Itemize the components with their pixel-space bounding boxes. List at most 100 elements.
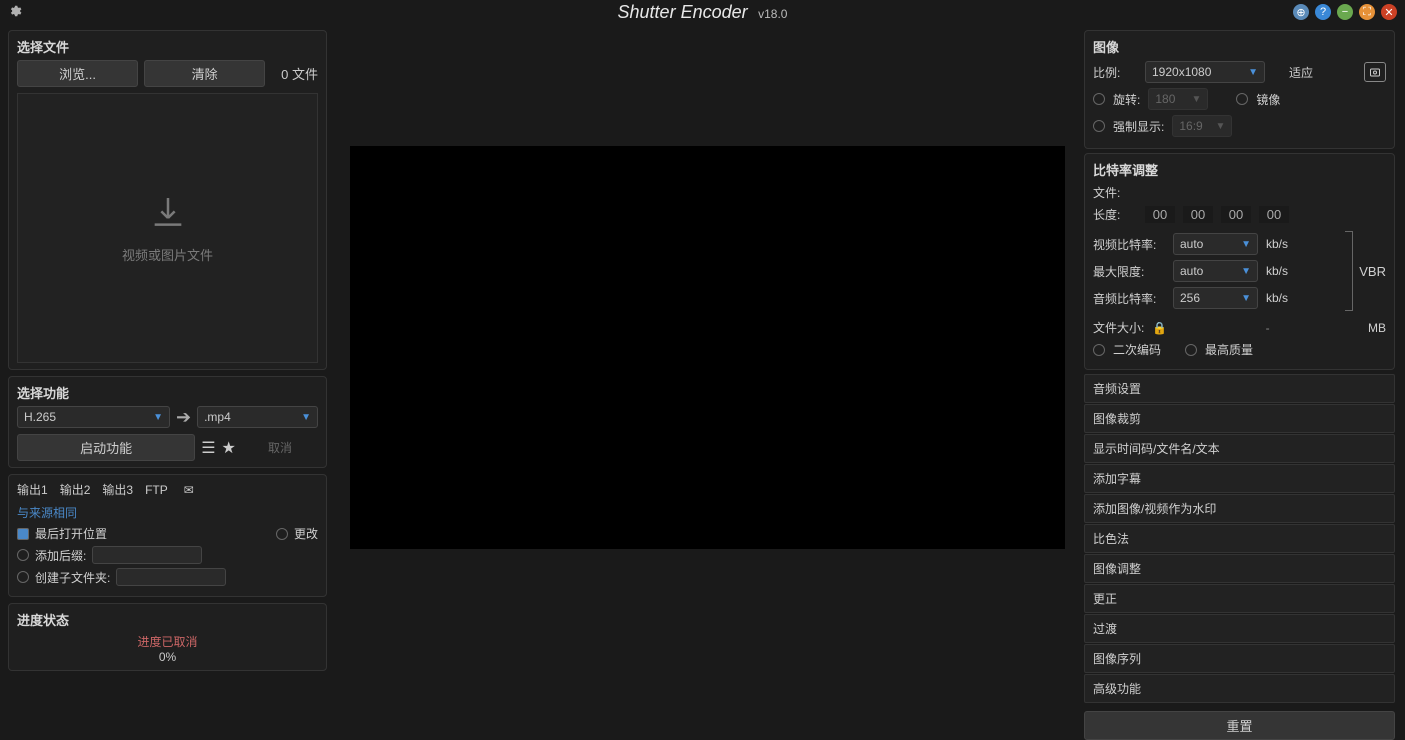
suffix-input[interactable] bbox=[92, 546, 202, 564]
accordion-item-6[interactable]: 图像调整 bbox=[1084, 554, 1395, 583]
max-bitrate-select[interactable]: auto▼ bbox=[1173, 260, 1258, 282]
accordion-item-3[interactable]: 添加字幕 bbox=[1084, 464, 1395, 493]
change-label: 更改 bbox=[294, 525, 318, 542]
accordion-item-5[interactable]: 比色法 bbox=[1084, 524, 1395, 553]
force-display-select[interactable]: 16:9▼ bbox=[1172, 115, 1232, 137]
max-bitrate-unit: kb/s bbox=[1266, 264, 1288, 278]
time-frames[interactable]: 00 bbox=[1259, 206, 1289, 223]
video-bitrate-select[interactable]: auto▼ bbox=[1173, 233, 1258, 255]
select-files-panel: 选择文件 浏览... 清除 0 文件 视频或图片文件 bbox=[8, 30, 327, 370]
minimize-icon[interactable]: − bbox=[1337, 4, 1353, 20]
time-seconds[interactable]: 00 bbox=[1221, 206, 1251, 223]
accordion-item-0[interactable]: 音频设置 bbox=[1084, 374, 1395, 403]
tab-output2[interactable]: 输出2 bbox=[60, 481, 91, 498]
bitrate-title: 比特率调整 bbox=[1093, 160, 1386, 179]
dropzone-hint: 视频或图片文件 bbox=[122, 245, 213, 264]
accordion-item-4[interactable]: 添加图像/视频作为水印 bbox=[1084, 494, 1395, 523]
filesize-unit: MB bbox=[1368, 321, 1386, 335]
accordion-item-9[interactable]: 图像序列 bbox=[1084, 644, 1395, 673]
mail-icon[interactable]: ✉ bbox=[184, 483, 194, 497]
close-icon[interactable]: ✕ bbox=[1381, 4, 1397, 20]
output-panel: 输出1 输出2 输出3 FTP ✉ 与来源相同 最后打开位置 更改 添加后缀: bbox=[8, 474, 327, 597]
best-quality-radio[interactable] bbox=[1185, 344, 1197, 356]
app-title: Shutter Encoder v18.0 bbox=[618, 2, 788, 23]
accordion-item-8[interactable]: 过渡 bbox=[1084, 614, 1395, 643]
force-display-label: 强制显示: bbox=[1113, 118, 1164, 135]
accordion-list: 音频设置图像裁剪显示时间码/文件名/文本添加字幕添加图像/视频作为水印比色法图像… bbox=[1084, 374, 1395, 703]
lock-icon[interactable]: 🔒 bbox=[1152, 321, 1167, 335]
length-label: 长度: bbox=[1093, 206, 1137, 223]
time-minutes[interactable]: 00 bbox=[1183, 206, 1213, 223]
window-controls: ⊕ ? − ⛶ ✕ bbox=[1293, 4, 1397, 20]
video-preview-area[interactable] bbox=[350, 146, 1065, 549]
maximize-icon[interactable]: ⛶ bbox=[1359, 4, 1375, 20]
select-files-title: 选择文件 bbox=[17, 37, 318, 56]
audio-bitrate-label: 音频比特率: bbox=[1093, 290, 1165, 307]
bitrate-panel: 比特率调整 文件: 长度: 00 00 00 00 视频比特率: auto▼ bbox=[1084, 153, 1395, 370]
fit-label[interactable]: 适应 bbox=[1289, 64, 1313, 81]
start-function-button[interactable]: 启动功能 bbox=[17, 434, 195, 461]
max-bitrate-label: 最大限度: bbox=[1093, 263, 1165, 280]
open-last-location-checkbox[interactable] bbox=[17, 528, 29, 540]
select-function-panel: 选择功能 H.265▼ ➔ .mp4▼ 启动功能 ☰ ★ 取消 bbox=[8, 376, 327, 468]
globe-icon[interactable]: ⊕ bbox=[1293, 4, 1309, 20]
accordion-item-2[interactable]: 显示时间码/文件名/文本 bbox=[1084, 434, 1395, 463]
arrow-right-icon: ➔ bbox=[176, 407, 191, 428]
cancel-button[interactable]: 取消 bbox=[242, 439, 318, 456]
accordion-item-1[interactable]: 图像裁剪 bbox=[1084, 404, 1395, 433]
reset-button[interactable]: 重置 bbox=[1084, 711, 1395, 740]
extension-select[interactable]: .mp4▼ bbox=[197, 406, 318, 428]
add-suffix-label: 添加后缀: bbox=[35, 547, 86, 564]
change-radio[interactable] bbox=[276, 528, 288, 540]
video-bitrate-unit: kb/s bbox=[1266, 237, 1288, 251]
mirror-radio[interactable] bbox=[1236, 93, 1248, 105]
accordion-item-7[interactable]: 更正 bbox=[1084, 584, 1395, 613]
two-pass-radio[interactable] bbox=[1093, 344, 1105, 356]
tab-output1[interactable]: 输出1 bbox=[17, 481, 48, 498]
file-count: 0 文件 bbox=[281, 64, 318, 83]
accordion-item-10[interactable]: 高级功能 bbox=[1084, 674, 1395, 703]
file-label: 文件: bbox=[1093, 184, 1137, 201]
tab-ftp[interactable]: FTP bbox=[145, 483, 168, 497]
create-subfolder-radio[interactable] bbox=[17, 571, 29, 583]
titlebar: Shutter Encoder v18.0 ⊕ ? − ⛶ ✕ bbox=[0, 0, 1405, 24]
vbr-label[interactable]: VBR bbox=[1359, 264, 1386, 279]
create-subfolder-label: 创建子文件夹: bbox=[35, 569, 110, 586]
progress-panel: 进度状态 进度已取消 0% bbox=[8, 603, 327, 671]
queue-menu-icon[interactable]: ☰ bbox=[201, 438, 215, 458]
tab-output3[interactable]: 输出3 bbox=[102, 481, 133, 498]
filesize-label: 文件大小: bbox=[1093, 319, 1144, 336]
help-icon[interactable]: ? bbox=[1315, 4, 1331, 20]
progress-title: 进度状态 bbox=[17, 610, 318, 629]
settings-gear-icon[interactable] bbox=[8, 4, 22, 21]
download-arrow-icon bbox=[148, 193, 188, 233]
filesize-value: - bbox=[1175, 321, 1360, 335]
progress-percent: 0% bbox=[17, 650, 318, 664]
best-quality-label: 最高质量 bbox=[1205, 341, 1253, 358]
same-as-source-link[interactable]: 与来源相同 bbox=[17, 504, 318, 521]
file-dropzone[interactable]: 视频或图片文件 bbox=[17, 93, 318, 363]
time-hours[interactable]: 00 bbox=[1145, 206, 1175, 223]
select-function-title: 选择功能 bbox=[17, 383, 318, 402]
open-last-location-label: 最后打开位置 bbox=[35, 525, 107, 542]
ratio-label: 比例: bbox=[1093, 64, 1137, 81]
image-panel-title: 图像 bbox=[1093, 37, 1386, 56]
codec-select[interactable]: H.265▼ bbox=[17, 406, 170, 428]
favorite-icon[interactable]: ★ bbox=[222, 438, 236, 458]
two-pass-label: 二次编码 bbox=[1113, 341, 1161, 358]
add-suffix-radio[interactable] bbox=[17, 549, 29, 561]
force-display-radio[interactable] bbox=[1093, 120, 1105, 132]
image-panel: 图像 比例: 1920x1080▼ 适应 旋转: 180▼ bbox=[1084, 30, 1395, 149]
audio-bitrate-unit: kb/s bbox=[1266, 291, 1288, 305]
rotate-select[interactable]: 180▼ bbox=[1148, 88, 1208, 110]
clear-button[interactable]: 清除 bbox=[144, 60, 265, 87]
subfolder-input[interactable] bbox=[116, 568, 226, 586]
rotate-radio[interactable] bbox=[1093, 93, 1105, 105]
progress-cancelled-text: 进度已取消 bbox=[17, 633, 318, 650]
screenshot-icon[interactable] bbox=[1364, 62, 1386, 82]
audio-bitrate-select[interactable]: 256▼ bbox=[1173, 287, 1258, 309]
resolution-select[interactable]: 1920x1080▼ bbox=[1145, 61, 1265, 83]
browse-button[interactable]: 浏览... bbox=[17, 60, 138, 87]
video-bitrate-label: 视频比特率: bbox=[1093, 236, 1165, 253]
rotate-label: 旋转: bbox=[1113, 91, 1140, 108]
